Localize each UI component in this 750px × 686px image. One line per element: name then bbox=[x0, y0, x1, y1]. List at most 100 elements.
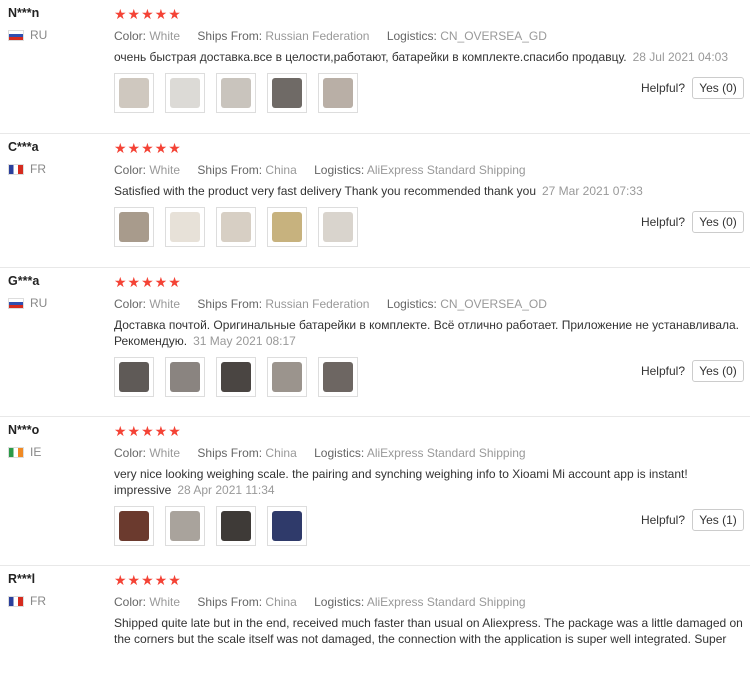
logistics-label: Logistics: bbox=[314, 163, 365, 177]
reviewer-info: R***l FR bbox=[8, 572, 108, 608]
review-body: ★★★★★ Color: White Ships From: China Log… bbox=[114, 572, 744, 647]
reviewer-name: N***o bbox=[8, 423, 40, 437]
ships-from-label: Ships From: bbox=[197, 163, 263, 177]
france-flag-icon bbox=[8, 163, 24, 175]
color-label: Color: bbox=[114, 29, 147, 43]
review-order-info: Color: White Ships From: China Logistics… bbox=[114, 163, 744, 177]
review-date: 28 Apr 2021 11:34 bbox=[177, 483, 275, 497]
review-order-info: Color: White Ships From: Russian Federat… bbox=[114, 297, 744, 311]
review-text-block: very nice looking weighing scale. the pa… bbox=[114, 466, 744, 498]
review-text-block: Доставка почтой. Оригинальные батарейки … bbox=[114, 317, 744, 349]
reviewer-country: FR bbox=[8, 162, 108, 176]
review-photo-thumbnail[interactable] bbox=[165, 357, 205, 397]
country-code: RU bbox=[30, 28, 48, 42]
ships-from-label: Ships From: bbox=[197, 446, 263, 460]
reviewer-country: FR bbox=[8, 594, 108, 608]
reviewer-info: C***a FR bbox=[8, 140, 108, 176]
helpful-yes-button[interactable]: Yes (0) bbox=[692, 360, 744, 382]
review-photo-thumbnail[interactable] bbox=[216, 357, 256, 397]
review-photo-thumbnail[interactable] bbox=[318, 207, 358, 247]
ships-from-label: Ships From: bbox=[197, 29, 263, 43]
helpful-section: Helpful? Yes (0) bbox=[641, 77, 744, 99]
helpful-label: Helpful? bbox=[640, 81, 685, 95]
ships-from-value: China bbox=[265, 595, 297, 609]
review-item: G***a RU ★★★★★ Color: White Ships From: … bbox=[0, 268, 750, 417]
reviewer-country: RU bbox=[8, 296, 108, 310]
logistics-label: Logistics: bbox=[314, 446, 365, 460]
review-text-block: очень быстрая доставка.все в целости,раб… bbox=[114, 49, 744, 65]
review-text: очень быстрая доставка.все в целости,раб… bbox=[114, 50, 627, 64]
review-photo-thumbnail[interactable] bbox=[114, 207, 154, 247]
reviewer-name: G***a bbox=[8, 274, 40, 288]
color-label: Color: bbox=[114, 297, 147, 311]
color-label: Color: bbox=[114, 595, 147, 609]
review-date: 28 Jul 2021 04:03 bbox=[632, 50, 729, 64]
logistics-value: AliExpress Standard Shipping bbox=[366, 595, 526, 609]
helpful-section: Helpful? Yes (1) bbox=[641, 509, 744, 531]
reviewer-name: C***a bbox=[8, 140, 39, 154]
review-photo-thumbnail[interactable] bbox=[114, 73, 154, 113]
review-item: R***l FR ★★★★★ Color: White Ships From: … bbox=[0, 566, 750, 686]
star-rating: ★★★★★ bbox=[114, 572, 182, 588]
star-rating: ★★★★★ bbox=[114, 140, 182, 156]
russia-flag-icon bbox=[8, 297, 24, 309]
star-rating: ★★★★★ bbox=[114, 423, 182, 439]
review-date: 31 May 2021 08:17 bbox=[193, 334, 296, 348]
review-photo-thumbnail[interactable] bbox=[267, 73, 307, 113]
color-value: White bbox=[149, 163, 181, 177]
review-order-info: Color: White Ships From: China Logistics… bbox=[114, 446, 744, 460]
color-value: White bbox=[149, 29, 181, 43]
review-photo-thumbnail[interactable] bbox=[267, 207, 307, 247]
france-flag-icon bbox=[8, 595, 24, 607]
review-text-block: Shipped quite late but in the end, recei… bbox=[114, 615, 744, 647]
color-value: White bbox=[149, 297, 181, 311]
review-photo-thumbnail[interactable] bbox=[216, 506, 256, 546]
review-photo-thumbnail[interactable] bbox=[318, 357, 358, 397]
review-photo-thumbnail[interactable] bbox=[165, 207, 205, 247]
review-text: Satisfied with the product very fast del… bbox=[114, 184, 536, 198]
review-photo-thumbnail[interactable] bbox=[165, 73, 205, 113]
reviewer-info: N***n RU bbox=[8, 6, 108, 42]
logistics-value: CN_OVERSEA_GD bbox=[440, 29, 547, 43]
review-order-info: Color: White Ships From: China Logistics… bbox=[114, 595, 744, 609]
review-photo-thumbnail[interactable] bbox=[114, 357, 154, 397]
russia-flag-icon bbox=[8, 29, 24, 41]
helpful-yes-button[interactable]: Yes (1) bbox=[692, 509, 744, 531]
logistics-value: AliExpress Standard Shipping bbox=[366, 446, 526, 460]
ships-from-value: China bbox=[265, 163, 297, 177]
ships-from-value: Russian Federation bbox=[265, 29, 370, 43]
review-photo-thumbnail[interactable] bbox=[267, 357, 307, 397]
ireland-flag-icon bbox=[8, 446, 24, 458]
helpful-yes-button[interactable]: Yes (0) bbox=[692, 77, 744, 99]
logistics-value: CN_OVERSEA_OD bbox=[440, 297, 547, 311]
review-photo-thumbnail[interactable] bbox=[216, 73, 256, 113]
helpful-label: Helpful? bbox=[640, 364, 685, 378]
logistics-label: Logistics: bbox=[314, 595, 365, 609]
country-code: FR bbox=[30, 162, 46, 176]
helpful-label: Helpful? bbox=[640, 513, 685, 527]
review-order-info: Color: White Ships From: Russian Federat… bbox=[114, 29, 744, 43]
feedback-list: N***n RU ★★★★★ Color: White Ships From: … bbox=[0, 0, 750, 686]
review-date: 27 Mar 2021 07:33 bbox=[542, 184, 643, 198]
review-photo-thumbnail[interactable] bbox=[216, 207, 256, 247]
review-item: C***a FR ★★★★★ Color: White Ships From: … bbox=[0, 134, 750, 268]
reviewer-country: RU bbox=[8, 28, 108, 42]
review-photo-thumbnail[interactable] bbox=[114, 506, 154, 546]
review-photo-thumbnail[interactable] bbox=[165, 506, 205, 546]
color-label: Color: bbox=[114, 446, 147, 460]
reviewer-info: N***o IE bbox=[8, 423, 108, 459]
reviewer-name: R***l bbox=[8, 572, 36, 586]
review-photo-thumbnail[interactable] bbox=[318, 73, 358, 113]
review-item: N***o IE ★★★★★ Color: White Ships From: … bbox=[0, 417, 750, 566]
country-code: FR bbox=[30, 594, 46, 608]
country-code: RU bbox=[30, 296, 48, 310]
reviewer-country: IE bbox=[8, 445, 108, 459]
review-text-block: Satisfied with the product very fast del… bbox=[114, 183, 744, 199]
review-photo-thumbnail[interactable] bbox=[267, 506, 307, 546]
country-code: IE bbox=[30, 445, 42, 459]
helpful-yes-button[interactable]: Yes (0) bbox=[692, 211, 744, 233]
logistics-label: Logistics: bbox=[386, 297, 437, 311]
ships-from-value: China bbox=[265, 446, 297, 460]
review-text: Shipped quite late but in the end, recei… bbox=[114, 616, 743, 646]
color-label: Color: bbox=[114, 163, 147, 177]
